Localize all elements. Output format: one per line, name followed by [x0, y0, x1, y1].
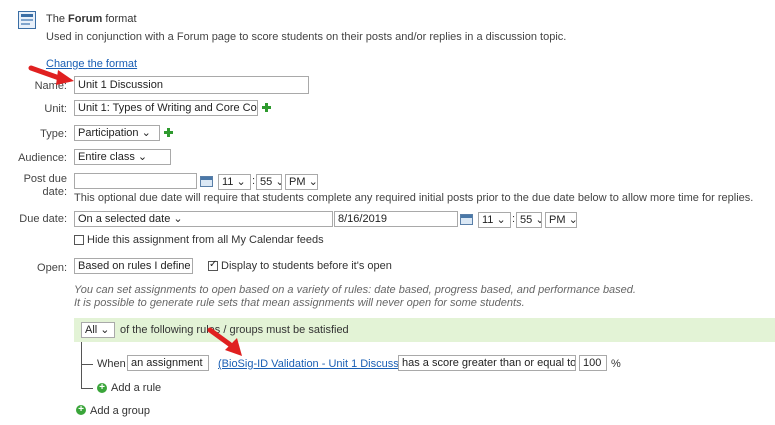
chevron-down-icon: ⌄	[141, 127, 151, 139]
rules-tree-branch	[81, 388, 93, 389]
due-mode-select[interactable]: On a selected date ⌄	[74, 211, 333, 227]
post-due-label: Post due date:	[23, 173, 67, 198]
assignment-link[interactable]: (BioSig-ID Validation - Unit 1 Discussio…	[218, 358, 417, 370]
due-hour-value: 11	[482, 214, 494, 226]
format-name: Forum	[68, 13, 103, 25]
due-minute-select[interactable]: 55 ⌄	[516, 212, 542, 228]
format-title-suffix: format	[105, 13, 137, 25]
add-rule-link[interactable]: Add a rule	[111, 382, 161, 394]
rules-match-select[interactable]: All ⌄	[81, 322, 115, 338]
post-due-hour-value: 11	[222, 176, 234, 188]
red-arrow-annotation	[207, 327, 242, 356]
due-hour-select[interactable]: 11 ⌄	[478, 212, 511, 228]
post-due-minute-select[interactable]: 55 ⌄	[256, 174, 282, 190]
add-unit-icon[interactable]	[262, 103, 271, 112]
chevron-down-icon: ⌄	[568, 214, 577, 226]
threshold-input[interactable]: 100	[579, 355, 607, 371]
unit-select[interactable]: Unit 1: Types of Writing and Core Conc ⌄	[74, 100, 258, 116]
add-rule-icon[interactable]: +	[97, 383, 107, 393]
due-date-label: Due date:	[19, 213, 67, 225]
post-due-hour-select[interactable]: 11 ⌄	[218, 174, 251, 190]
chevron-down-icon: ⌄	[275, 176, 281, 188]
rules-tree-line	[81, 342, 82, 389]
post-due-minute-value: 55	[260, 176, 273, 188]
post-due-ampm-select[interactable]: PM ⌄	[285, 174, 318, 190]
post-due-date-input[interactable]	[74, 173, 197, 189]
audience-label: Audience:	[18, 152, 67, 164]
display-before-open-checkbox[interactable]	[208, 259, 218, 271]
unit-label: Unit:	[44, 103, 67, 115]
audience-select[interactable]: Entire class ⌄	[74, 149, 171, 165]
rules-hint-line-2: It is possible to generate rule sets tha…	[74, 297, 525, 309]
rules-tree-branch	[81, 364, 93, 365]
threshold-unit: %	[611, 358, 621, 370]
due-date-input[interactable]: 8/16/2019	[334, 211, 458, 227]
when-label: When	[97, 358, 126, 370]
chevron-down-icon: ⌄	[535, 214, 541, 226]
calendar-icon[interactable]	[200, 176, 213, 187]
format-description: Used in conjunction with a Forum page to…	[46, 31, 567, 43]
format-title: The Forum format	[46, 13, 137, 25]
type-select-value: Participation	[78, 127, 139, 139]
type-select[interactable]: Participation ⌄	[74, 125, 160, 141]
chevron-down-icon: ⌄	[236, 176, 246, 188]
condition-select[interactable]: has a score greater than or equal to: ⌄	[398, 355, 576, 371]
chevron-down-icon: ⌄	[206, 357, 208, 369]
calendar-icon[interactable]	[460, 214, 473, 225]
name-input[interactable]: Unit 1 Discussion	[74, 76, 309, 94]
time-separator: :	[512, 213, 516, 225]
due-ampm-value: PM	[549, 214, 566, 226]
chevron-down-icon: ⌄	[496, 214, 506, 226]
add-group-link[interactable]: Add a group	[90, 405, 150, 417]
type-label: Type:	[40, 128, 67, 140]
chevron-down-icon: ⌄	[173, 213, 183, 225]
hide-from-calendar-checkbox[interactable]	[74, 235, 84, 245]
hide-from-calendar-label: Hide this assignment from all My Calenda…	[87, 234, 324, 246]
post-due-ampm-value: PM	[289, 176, 306, 188]
forum-format-icon	[18, 11, 36, 29]
open-mode-value: Based on rules I define	[78, 260, 191, 272]
display-before-open-label: Display to students before it's open	[221, 260, 392, 272]
time-separator: :	[252, 175, 256, 187]
when-select-value: an assignment	[131, 357, 203, 369]
open-mode-select[interactable]: Based on rules I define ⌄	[74, 258, 193, 274]
rules-match-value: All	[85, 324, 98, 336]
when-select[interactable]: an assignment ⌄	[127, 355, 209, 371]
red-arrow-annotation	[28, 65, 74, 85]
chevron-down-icon: ⌄	[137, 151, 148, 163]
chevron-down-icon: ⌄	[100, 324, 110, 336]
unit-select-value: Unit 1: Types of Writing and Core Conc	[78, 102, 258, 114]
chevron-down-icon: ⌄	[308, 176, 318, 188]
rules-hint-line-1: You can set assignments to open based on…	[74, 284, 636, 296]
add-group-icon[interactable]: +	[76, 405, 86, 415]
due-mode-value: On a selected date	[78, 213, 171, 225]
add-type-icon[interactable]	[164, 128, 173, 137]
due-ampm-select[interactable]: PM ⌄	[545, 212, 577, 228]
audience-select-value: Entire class	[78, 151, 135, 163]
open-label: Open:	[37, 262, 67, 274]
format-title-prefix: The	[46, 13, 65, 25]
condition-select-value: has a score greater than or equal to:	[402, 357, 576, 369]
due-minute-value: 55	[520, 214, 533, 226]
post-due-hint: This optional due date will require that…	[74, 192, 754, 204]
